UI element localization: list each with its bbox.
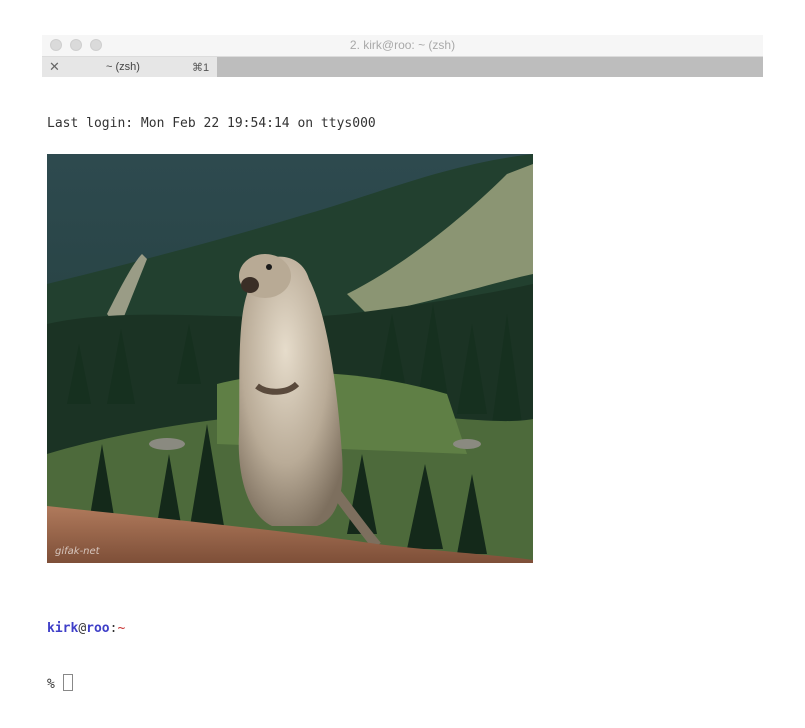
terminal-prompt-area[interactable]: kirk@roo:~ % <box>47 584 125 728</box>
marmot-illustration <box>47 154 533 563</box>
prompt-user: kirk <box>47 621 79 636</box>
tab-zsh[interactable]: ✕ ~ (zsh) ⌘1 <box>42 57 217 77</box>
image-watermark: gifak-net <box>55 546 100 557</box>
marmot-gif-image: gifak-net <box>47 154 533 563</box>
title-bar[interactable]: 2. kirk@roo: ~ (zsh) <box>42 35 763 57</box>
terminal-window: 2. kirk@roo: ~ (zsh) ✕ ~ (zsh) ⌘1 Last l… <box>42 35 763 692</box>
tab-shortcut: ⌘1 <box>192 62 210 74</box>
prompt-cwd: ~ <box>117 621 126 636</box>
last-login-line: Last login: Mon Feb 22 19:54:14 on ttys0… <box>47 116 376 131</box>
window-title: 2. kirk@roo: ~ (zsh) <box>349 38 456 52</box>
text-cursor <box>62 674 73 691</box>
prompt-at: @ <box>78 621 87 636</box>
tab-title: ~ (zsh) <box>106 61 140 73</box>
input-line[interactable]: % <box>47 674 125 692</box>
close-tab-icon[interactable]: ✕ <box>49 59 60 75</box>
prompt-host: roo <box>86 621 110 636</box>
prompt-line-2: kirk@roo:~ <box>47 620 125 638</box>
tab-bar: ✕ ~ (zsh) ⌘1 <box>42 57 763 77</box>
prompt-symbol: % <box>47 677 55 692</box>
